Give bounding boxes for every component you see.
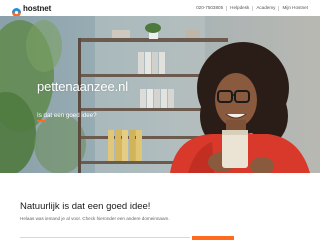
nav-link-academy[interactable]: Academy [256, 4, 275, 12]
hero-background-image [0, 16, 310, 173]
domain-name-title: pettenaanzee.nl [37, 79, 129, 94]
hero-subtitle: Is dat een goed idee? [37, 112, 97, 119]
domain-search-input[interactable] [20, 237, 190, 238]
hostnet-logo-icon [12, 4, 21, 17]
nav-divider [252, 5, 254, 11]
nav-divider [226, 5, 228, 11]
hero-banner: pettenaanzee.nl Is dat een goed idee? [0, 16, 320, 173]
nav-link-helpdesk[interactable]: Helpdesk [230, 4, 249, 12]
nav-divider [278, 5, 280, 11]
hostnet-logo[interactable]: hostnet [12, 4, 52, 17]
top-bar: hostnet 020-7503805 Helpdesk Academy Mij… [0, 0, 320, 17]
content-text: Helaas was iemand je al voor. Check hier… [20, 216, 170, 221]
nav-link-mijn-hostnet[interactable]: Mijn Hostnet [282, 4, 308, 12]
accent-underline [37, 120, 46, 122]
top-nav: 020-7503805 Helpdesk Academy Mijn Hostne… [196, 4, 308, 12]
domain-search-button[interactable] [192, 236, 234, 240]
logo-text: hostnet [23, 4, 52, 13]
content-heading: Natuurlijk is dat een goed idee! [20, 201, 151, 212]
phone-link[interactable]: 020-7503805 [196, 4, 223, 12]
